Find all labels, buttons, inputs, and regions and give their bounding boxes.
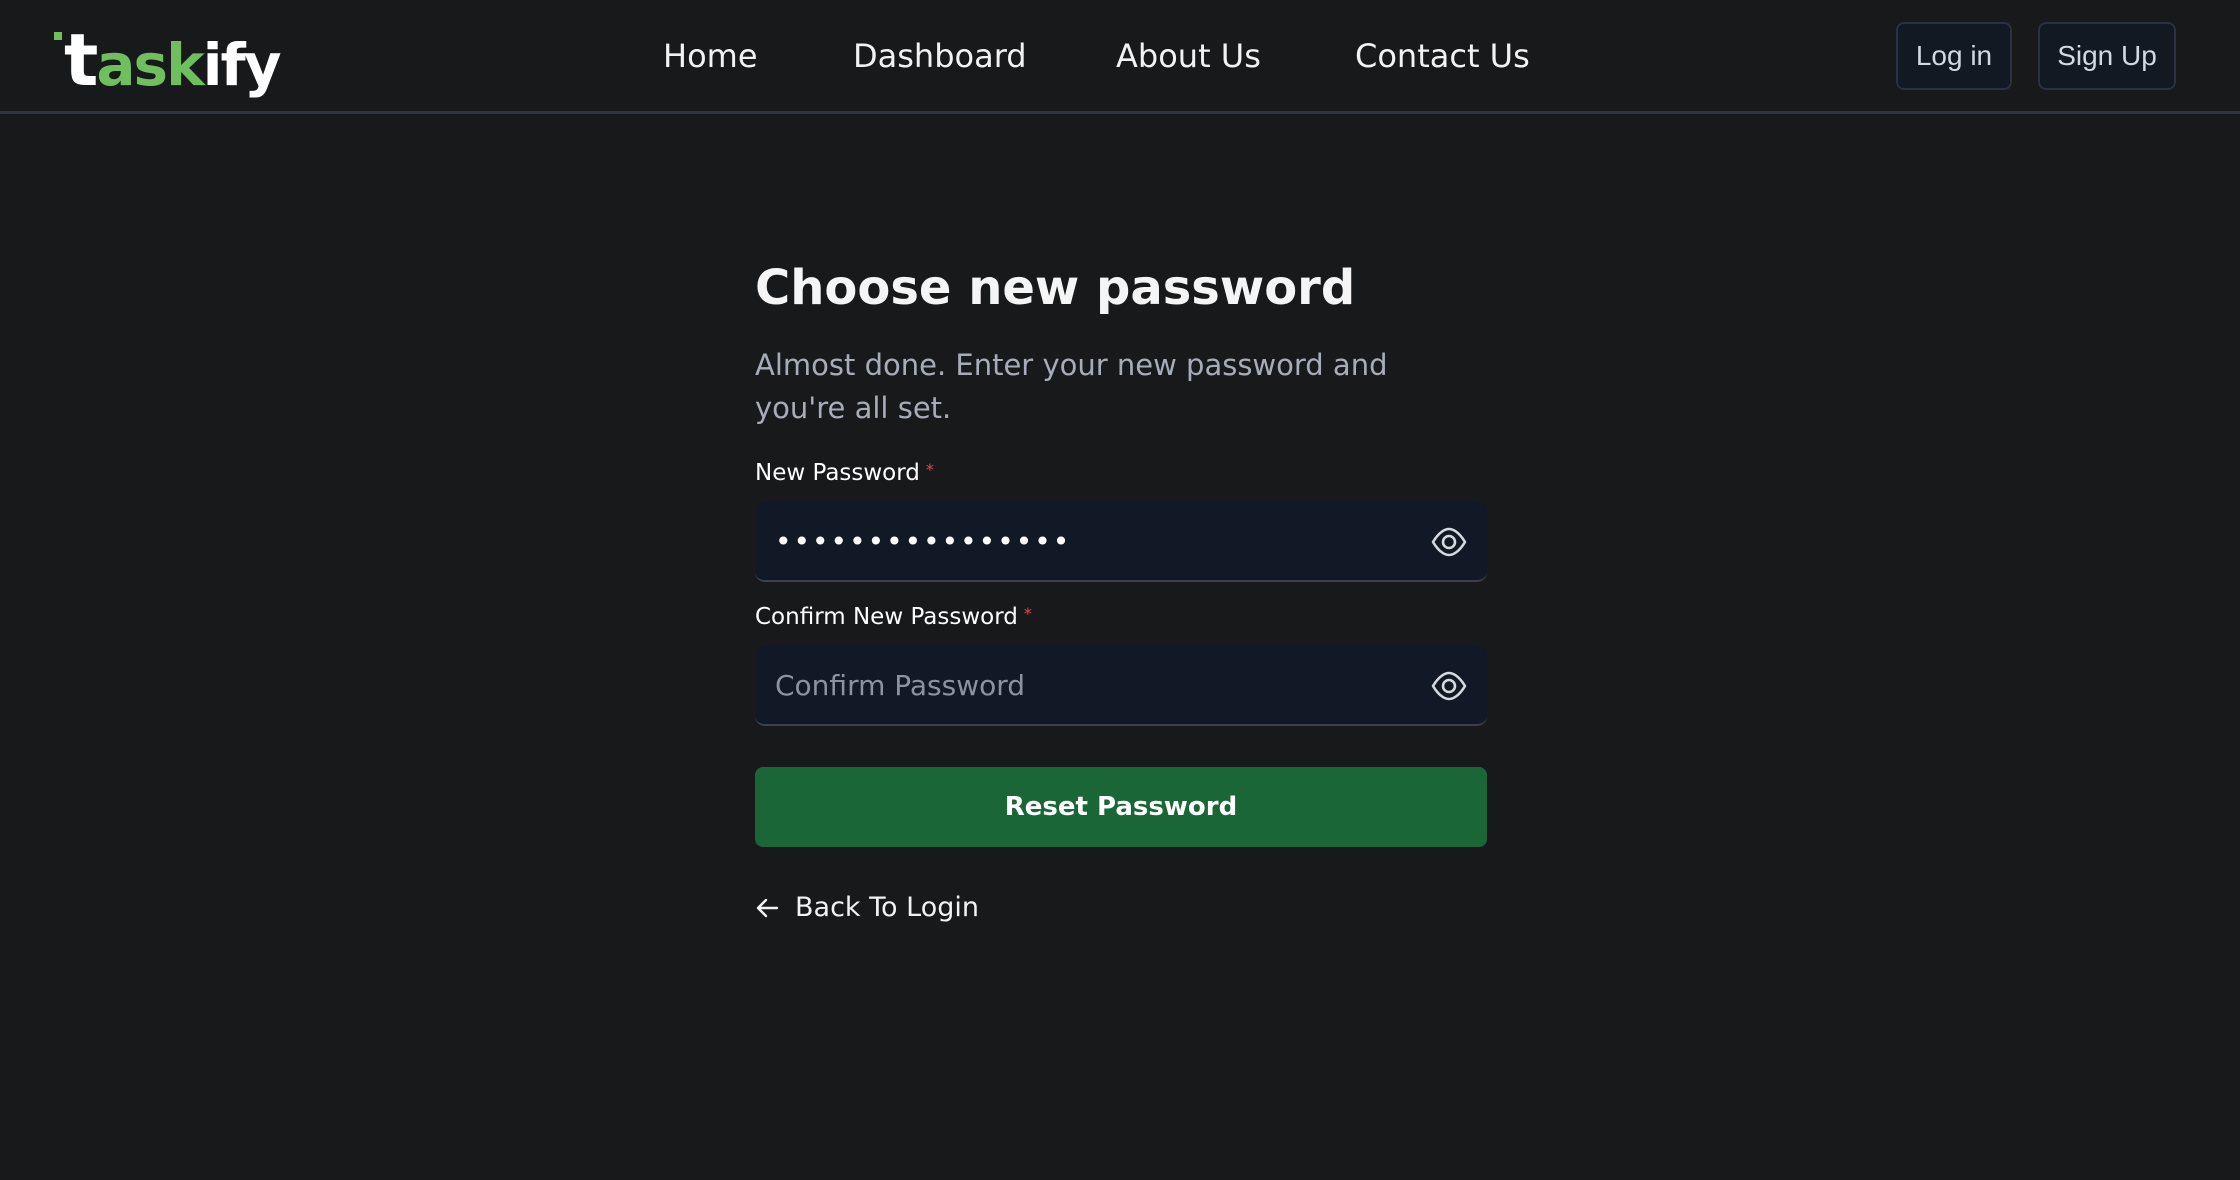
back-to-login-label: Back To Login [795, 892, 979, 923]
nav-dashboard-link[interactable]: Dashboard [853, 37, 1027, 75]
back-to-login-link[interactable]: Back To Login [755, 892, 979, 923]
required-asterisk: * [925, 460, 934, 479]
top-navigation-bar: taskify Home Dashboard About Us Contact … [0, 0, 2240, 114]
nav-home-link[interactable]: Home [663, 37, 758, 75]
new-password-label: New Password * [755, 460, 934, 486]
new-password-field [755, 502, 1487, 582]
confirm-password-field [755, 646, 1487, 726]
eye-icon[interactable] [1431, 670, 1467, 702]
page-title: Choose new password [755, 260, 1356, 316]
page-subtitle: Almost done. Enter your new password and… [755, 348, 1388, 425]
nav-about-link[interactable]: About Us [1116, 37, 1261, 75]
login-button[interactable]: Log in [1896, 22, 2012, 90]
reset-password-button[interactable]: Reset Password [755, 767, 1487, 847]
required-asterisk: * [1023, 604, 1032, 623]
logo-text-ask: ask [96, 31, 204, 99]
logo-text-ify: ify [202, 31, 282, 99]
taskify-logo[interactable]: taskify [64, 10, 294, 102]
logo-wordmark: taskify [64, 24, 282, 102]
eye-icon[interactable] [1431, 526, 1467, 558]
logo-letter-t: t [64, 18, 98, 102]
confirm-password-label: Confirm New Password * [755, 604, 1032, 630]
nav-contact-link[interactable]: Contact Us [1355, 37, 1530, 75]
confirm-password-label-text: Confirm New Password [755, 604, 1018, 630]
new-password-input[interactable] [775, 502, 1375, 580]
confirm-password-input[interactable] [775, 646, 1375, 724]
new-password-label-text: New Password [755, 460, 920, 486]
arrow-left-icon [756, 898, 779, 917]
signup-button[interactable]: Sign Up [2038, 22, 2176, 90]
